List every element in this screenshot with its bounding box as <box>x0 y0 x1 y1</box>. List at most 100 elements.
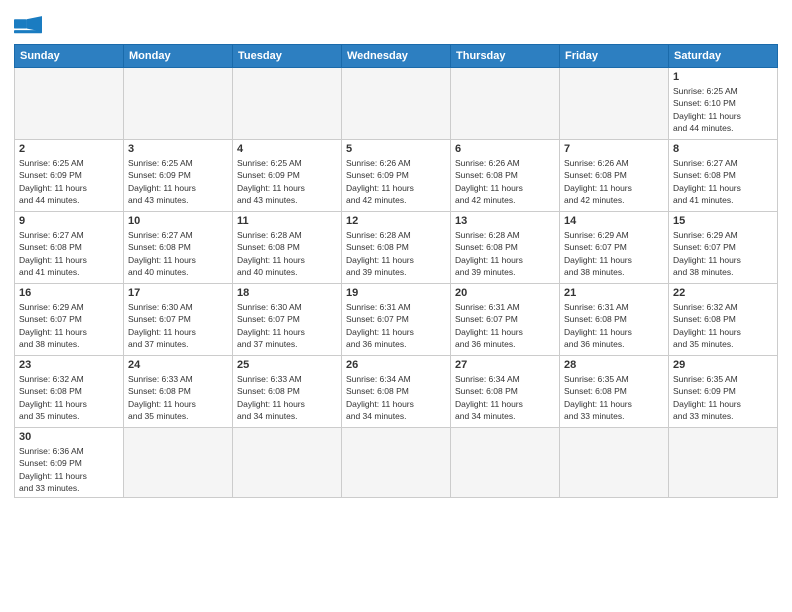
calendar-cell <box>560 428 669 498</box>
day-number: 29 <box>673 359 773 371</box>
day-number: 19 <box>346 287 446 299</box>
day-info: Sunrise: 6:29 AM Sunset: 6:07 PM Dayligh… <box>19 301 119 350</box>
calendar-week-row: 2 Sunrise: 6:25 AM Sunset: 6:09 PM Daylig… <box>15 140 778 212</box>
calendar-cell: 10Sunrise: 6:27 AM Sunset: 6:08 PM Dayli… <box>124 212 233 284</box>
calendar-cell <box>124 428 233 498</box>
calendar-cell <box>560 68 669 140</box>
day-info: Sunrise: 6:25 AM Sunset: 6:10 PM Dayligh… <box>673 85 773 134</box>
logo <box>14 16 46 38</box>
day-number: 20 <box>455 287 555 299</box>
calendar-week-row: 23 Sunrise: 6:32 AM Sunset: 6:08 PM Dayli… <box>15 356 778 428</box>
day-info: Sunrise: 6:36 AM Sunset: 6:09 PM Dayligh… <box>19 445 119 494</box>
weekday-header-monday: Monday <box>124 45 233 68</box>
calendar-header-row: SundayMondayTuesdayWednesdayThursdayFrid… <box>15 45 778 68</box>
weekday-header-wednesday: Wednesday <box>342 45 451 68</box>
day-number: 6 <box>455 143 555 155</box>
day-info: Sunrise: 6:33 AM Sunset: 6:08 PM Dayligh… <box>237 373 337 422</box>
page: SundayMondayTuesdayWednesdayThursdayFrid… <box>0 0 792 612</box>
day-info: Sunrise: 6:25 AM Sunset: 6:09 PM Dayligh… <box>128 157 228 206</box>
day-number: 2 <box>19 143 119 155</box>
calendar-week-row: 30Sunrise: 6:36 AM Sunset: 6:09 PM Dayli… <box>15 428 778 498</box>
calendar-cell <box>669 428 778 498</box>
day-info: Sunrise: 6:28 AM Sunset: 6:08 PM Dayligh… <box>237 229 337 278</box>
day-info: Sunrise: 6:34 AM Sunset: 6:08 PM Dayligh… <box>346 373 446 422</box>
weekday-header-thursday: Thursday <box>451 45 560 68</box>
calendar-cell <box>233 428 342 498</box>
day-info: Sunrise: 6:35 AM Sunset: 6:09 PM Dayligh… <box>673 373 773 422</box>
calendar-cell: 19 Sunrise: 6:31 AM Sunset: 6:07 PM Dayli… <box>342 284 451 356</box>
calendar-cell <box>342 68 451 140</box>
day-number: 9 <box>19 215 119 227</box>
calendar-cell: 7Sunrise: 6:26 AM Sunset: 6:08 PM Daylig… <box>560 140 669 212</box>
calendar-cell: 24Sunrise: 6:33 AM Sunset: 6:08 PM Dayli… <box>124 356 233 428</box>
day-number: 8 <box>673 143 773 155</box>
day-number: 1 <box>673 71 773 83</box>
calendar-cell: 14 Sunrise: 6:29 AM Sunset: 6:07 PM Dayli… <box>560 212 669 284</box>
header <box>14 10 778 38</box>
calendar-week-row: 16Sunrise: 6:29 AM Sunset: 6:07 PM Dayli… <box>15 284 778 356</box>
calendar-cell: 15 Sunrise: 6:29 AM Sunset: 6:07 PM Dayli… <box>669 212 778 284</box>
day-number: 14 <box>564 215 664 227</box>
calendar-cell: 8 Sunrise: 6:27 AM Sunset: 6:08 PM Daylig… <box>669 140 778 212</box>
day-number: 10 <box>128 215 228 227</box>
day-number: 3 <box>128 143 228 155</box>
calendar-cell: 28Sunrise: 6:35 AM Sunset: 6:08 PM Dayli… <box>560 356 669 428</box>
calendar-week-row: 9Sunrise: 6:27 AM Sunset: 6:08 PM Daylig… <box>15 212 778 284</box>
calendar-cell <box>124 68 233 140</box>
calendar-cell <box>15 68 124 140</box>
day-info: Sunrise: 6:29 AM Sunset: 6:07 PM Dayligh… <box>564 229 664 278</box>
calendar-cell <box>451 68 560 140</box>
day-info: Sunrise: 6:34 AM Sunset: 6:08 PM Dayligh… <box>455 373 555 422</box>
day-number: 18 <box>237 287 337 299</box>
day-info: Sunrise: 6:31 AM Sunset: 6:08 PM Dayligh… <box>564 301 664 350</box>
generalblue-logo-icon <box>14 16 42 38</box>
day-number: 4 <box>237 143 337 155</box>
calendar-cell: 4 Sunrise: 6:25 AM Sunset: 6:09 PM Daylig… <box>233 140 342 212</box>
day-number: 22 <box>673 287 773 299</box>
day-info: Sunrise: 6:26 AM Sunset: 6:08 PM Dayligh… <box>564 157 664 206</box>
calendar-cell: 3 Sunrise: 6:25 AM Sunset: 6:09 PM Daylig… <box>124 140 233 212</box>
calendar-cell: 17 Sunrise: 6:30 AM Sunset: 6:07 PM Dayli… <box>124 284 233 356</box>
day-info: Sunrise: 6:32 AM Sunset: 6:08 PM Dayligh… <box>19 373 119 422</box>
calendar-cell <box>451 428 560 498</box>
calendar-cell: 30Sunrise: 6:36 AM Sunset: 6:09 PM Dayli… <box>15 428 124 498</box>
calendar-cell: 16Sunrise: 6:29 AM Sunset: 6:07 PM Dayli… <box>15 284 124 356</box>
day-info: Sunrise: 6:30 AM Sunset: 6:07 PM Dayligh… <box>128 301 228 350</box>
weekday-header-friday: Friday <box>560 45 669 68</box>
calendar-cell: 22 Sunrise: 6:32 AM Sunset: 6:08 PM Dayli… <box>669 284 778 356</box>
day-number: 11 <box>237 215 337 227</box>
day-info: Sunrise: 6:25 AM Sunset: 6:09 PM Dayligh… <box>237 157 337 206</box>
calendar-cell: 25 Sunrise: 6:33 AM Sunset: 6:08 PM Dayli… <box>233 356 342 428</box>
day-number: 5 <box>346 143 446 155</box>
day-info: Sunrise: 6:29 AM Sunset: 6:07 PM Dayligh… <box>673 229 773 278</box>
calendar-cell: 6Sunrise: 6:26 AM Sunset: 6:08 PM Daylig… <box>451 140 560 212</box>
day-info: Sunrise: 6:33 AM Sunset: 6:08 PM Dayligh… <box>128 373 228 422</box>
day-number: 12 <box>346 215 446 227</box>
day-number: 26 <box>346 359 446 371</box>
day-number: 23 <box>19 359 119 371</box>
day-number: 25 <box>237 359 337 371</box>
calendar-cell: 20 Sunrise: 6:31 AM Sunset: 6:07 PM Dayli… <box>451 284 560 356</box>
calendar-cell: 5 Sunrise: 6:26 AM Sunset: 6:09 PM Daylig… <box>342 140 451 212</box>
day-number: 17 <box>128 287 228 299</box>
calendar-cell: 29 Sunrise: 6:35 AM Sunset: 6:09 PM Dayli… <box>669 356 778 428</box>
day-info: Sunrise: 6:31 AM Sunset: 6:07 PM Dayligh… <box>455 301 555 350</box>
weekday-header-tuesday: Tuesday <box>233 45 342 68</box>
calendar-cell: 13Sunrise: 6:28 AM Sunset: 6:08 PM Dayli… <box>451 212 560 284</box>
calendar-cell: 9Sunrise: 6:27 AM Sunset: 6:08 PM Daylig… <box>15 212 124 284</box>
day-info: Sunrise: 6:32 AM Sunset: 6:08 PM Dayligh… <box>673 301 773 350</box>
day-number: 21 <box>564 287 664 299</box>
calendar-cell: 26 Sunrise: 6:34 AM Sunset: 6:08 PM Dayli… <box>342 356 451 428</box>
calendar-cell: 18Sunrise: 6:30 AM Sunset: 6:07 PM Dayli… <box>233 284 342 356</box>
day-info: Sunrise: 6:31 AM Sunset: 6:07 PM Dayligh… <box>346 301 446 350</box>
calendar-cell <box>233 68 342 140</box>
day-info: Sunrise: 6:26 AM Sunset: 6:09 PM Dayligh… <box>346 157 446 206</box>
day-info: Sunrise: 6:25 AM Sunset: 6:09 PM Dayligh… <box>19 157 119 206</box>
day-info: Sunrise: 6:27 AM Sunset: 6:08 PM Dayligh… <box>673 157 773 206</box>
calendar-cell: 27Sunrise: 6:34 AM Sunset: 6:08 PM Dayli… <box>451 356 560 428</box>
calendar-cell: 12Sunrise: 6:28 AM Sunset: 6:08 PM Dayli… <box>342 212 451 284</box>
calendar-table: SundayMondayTuesdayWednesdayThursdayFrid… <box>14 44 778 498</box>
weekday-header-sunday: Sunday <box>15 45 124 68</box>
day-number: 13 <box>455 215 555 227</box>
day-number: 15 <box>673 215 773 227</box>
